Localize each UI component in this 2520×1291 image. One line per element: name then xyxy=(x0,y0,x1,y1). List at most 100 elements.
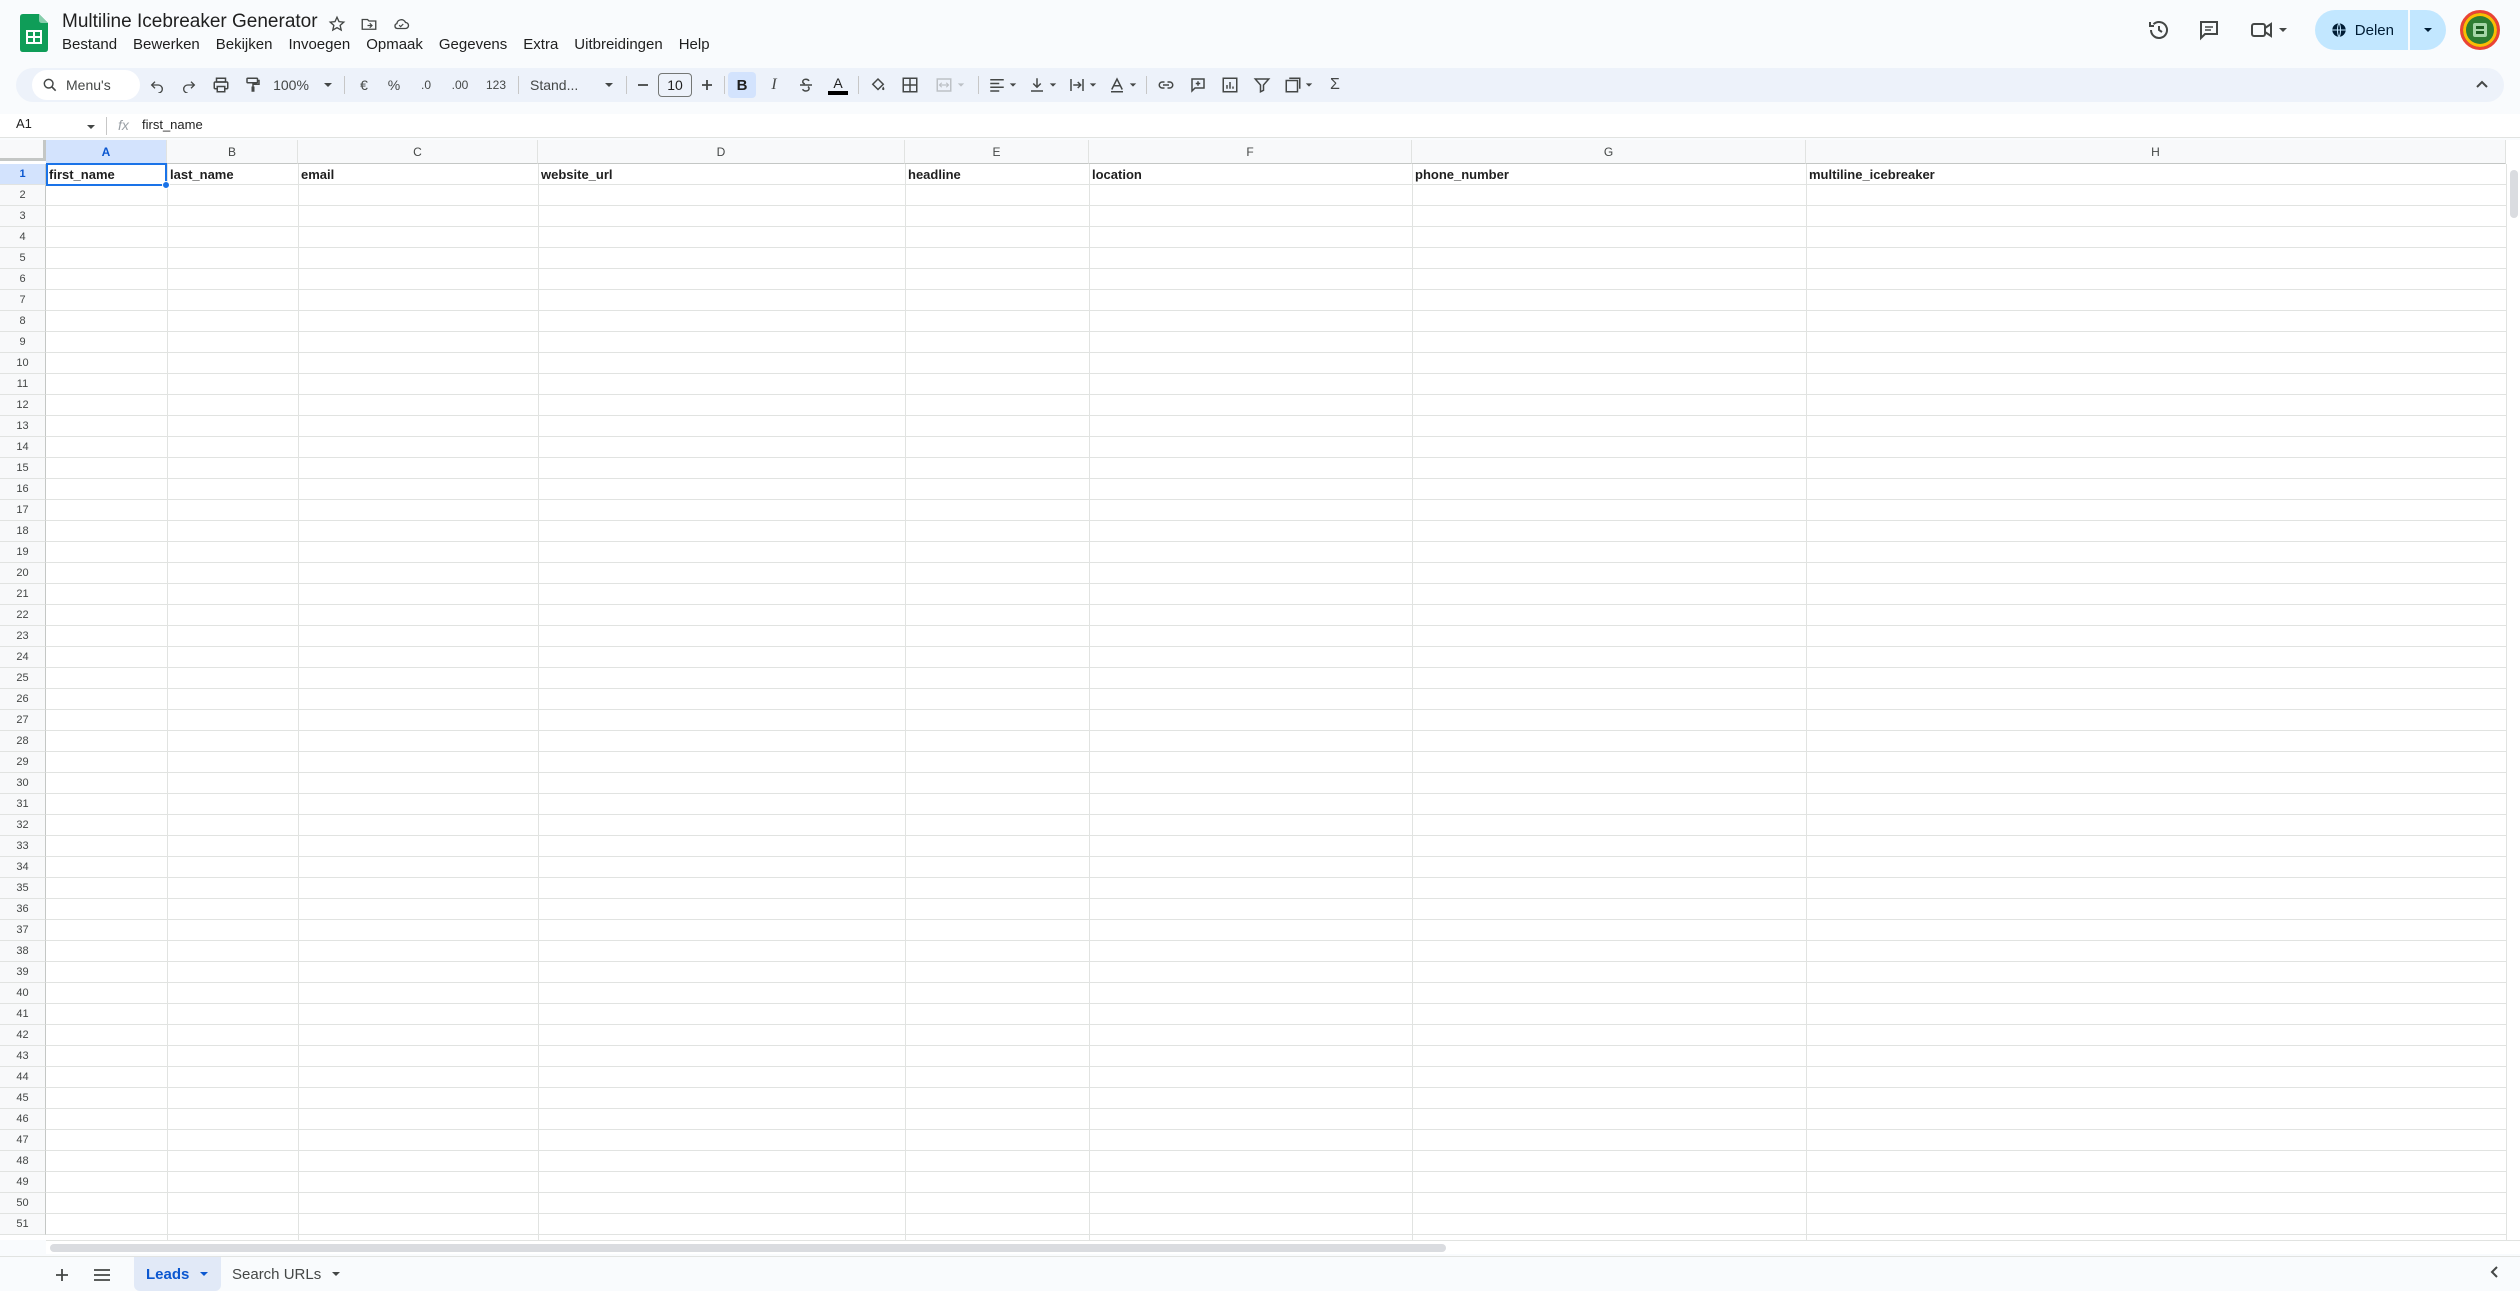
row-header-46[interactable]: 46 xyxy=(0,1109,46,1130)
number-format-button[interactable]: 123 xyxy=(480,68,512,102)
row-header-36[interactable]: 36 xyxy=(0,899,46,920)
sheets-logo-icon[interactable] xyxy=(20,14,48,52)
menu-bestand[interactable]: Bestand xyxy=(54,34,125,56)
row-header-17[interactable]: 17 xyxy=(0,500,46,521)
row-header-18[interactable]: 18 xyxy=(0,521,46,542)
cell-f1[interactable]: location xyxy=(1089,164,1412,185)
row-header-37[interactable]: 37 xyxy=(0,920,46,941)
document-title[interactable]: Multiline Icebreaker Generator xyxy=(62,10,318,34)
decrease-font-size-icon[interactable] xyxy=(630,68,656,102)
cell-c1[interactable]: email xyxy=(298,164,538,185)
column-header-c[interactable]: C xyxy=(298,140,538,164)
row-header-39[interactable]: 39 xyxy=(0,962,46,983)
font-size-input[interactable]: 10 xyxy=(658,73,692,97)
row-header-38[interactable]: 38 xyxy=(0,941,46,962)
increase-font-size-icon[interactable] xyxy=(694,68,720,102)
row-header-51[interactable]: 51 xyxy=(0,1214,46,1235)
name-box[interactable]: A1 xyxy=(16,116,32,131)
star-icon[interactable] xyxy=(326,13,348,35)
collapse-toolbar-icon[interactable] xyxy=(2468,68,2496,102)
vertical-scrollbar[interactable] xyxy=(2506,164,2520,1240)
column-header-a[interactable]: A xyxy=(46,140,167,164)
filter-views-icon[interactable] xyxy=(1280,68,1316,102)
row-header-11[interactable]: 11 xyxy=(0,374,46,395)
row-header-43[interactable]: 43 xyxy=(0,1046,46,1067)
borders-icon[interactable] xyxy=(896,68,924,102)
meet-button[interactable] xyxy=(2239,10,2299,50)
row-header-13[interactable]: 13 xyxy=(0,416,46,437)
strikethrough-icon[interactable] xyxy=(792,68,820,102)
menu-invoegen[interactable]: Invoegen xyxy=(280,34,358,56)
row-header-24[interactable]: 24 xyxy=(0,647,46,668)
sheet-tab-search-urls[interactable]: Search URLs xyxy=(220,1257,353,1291)
decrease-decimal-button[interactable]: .0 xyxy=(412,68,440,102)
comments-icon[interactable] xyxy=(2189,10,2229,50)
insert-comment-icon[interactable] xyxy=(1184,68,1212,102)
fill-color-icon[interactable] xyxy=(864,68,892,102)
row-header-27[interactable]: 27 xyxy=(0,710,46,731)
column-header-e[interactable]: E xyxy=(905,140,1089,164)
menu-help[interactable]: Help xyxy=(671,34,718,56)
text-rotation-icon[interactable] xyxy=(1104,68,1140,102)
row-header-16[interactable]: 16 xyxy=(0,479,46,500)
row-header-47[interactable]: 47 xyxy=(0,1130,46,1151)
row-header-19[interactable]: 19 xyxy=(0,542,46,563)
column-header-h[interactable]: H xyxy=(1806,140,2506,164)
row-header-21[interactable]: 21 xyxy=(0,584,46,605)
cell-e1[interactable]: headline xyxy=(905,164,1089,185)
horizontal-scrollbar[interactable] xyxy=(46,1240,2520,1254)
print-icon[interactable] xyxy=(206,68,236,102)
text-wrapping-icon[interactable] xyxy=(1064,68,1100,102)
row-header-9[interactable]: 9 xyxy=(0,332,46,353)
share-dropdown[interactable] xyxy=(2410,10,2446,50)
menu-uitbreidingen[interactable]: Uitbreidingen xyxy=(566,34,670,56)
row-header-34[interactable]: 34 xyxy=(0,857,46,878)
row-header-30[interactable]: 30 xyxy=(0,773,46,794)
insert-chart-icon[interactable] xyxy=(1216,68,1244,102)
row-header-2[interactable]: 2 xyxy=(0,185,46,206)
increase-decimal-button[interactable]: .00 xyxy=(444,68,476,102)
row-header-44[interactable]: 44 xyxy=(0,1067,46,1088)
column-header-f[interactable]: F xyxy=(1089,140,1412,164)
row-header-4[interactable]: 4 xyxy=(0,227,46,248)
menu-opmaak[interactable]: Opmaak xyxy=(358,34,431,56)
row-header-14[interactable]: 14 xyxy=(0,437,46,458)
column-header-d[interactable]: D xyxy=(538,140,905,164)
functions-button[interactable]: Σ xyxy=(1322,68,1348,102)
row-header-32[interactable]: 32 xyxy=(0,815,46,836)
sheet-tab-leads[interactable]: Leads xyxy=(134,1257,222,1291)
font-family-select[interactable]: Stand... xyxy=(524,68,620,102)
row-header-45[interactable]: 45 xyxy=(0,1088,46,1109)
avatar[interactable] xyxy=(2460,10,2500,50)
row-header-41[interactable]: 41 xyxy=(0,1004,46,1025)
fill-handle[interactable] xyxy=(162,181,170,189)
bold-button[interactable]: B xyxy=(728,72,756,98)
text-color-button[interactable]: A xyxy=(824,68,852,102)
cloud-saved-icon[interactable] xyxy=(390,13,412,35)
zoom-select[interactable]: 100% xyxy=(268,68,338,102)
menu-gegevens[interactable]: Gegevens xyxy=(431,34,515,56)
italic-button[interactable]: I xyxy=(760,68,788,102)
row-header-7[interactable]: 7 xyxy=(0,290,46,311)
row-header-1[interactable]: 1 xyxy=(0,164,46,185)
row-header-10[interactable]: 10 xyxy=(0,353,46,374)
row-header-23[interactable]: 23 xyxy=(0,626,46,647)
row-header-8[interactable]: 8 xyxy=(0,311,46,332)
vertical-scroll-thumb[interactable] xyxy=(2510,170,2518,218)
formula-input[interactable]: first_name xyxy=(142,117,203,132)
column-header-b[interactable]: B xyxy=(167,140,298,164)
row-header-29[interactable]: 29 xyxy=(0,752,46,773)
cell-h1[interactable]: multiline_icebreaker xyxy=(1806,164,2506,185)
cell-g1[interactable]: phone_number xyxy=(1412,164,1806,185)
row-header-31[interactable]: 31 xyxy=(0,794,46,815)
currency-format-button[interactable]: € xyxy=(352,68,376,102)
menu-extra[interactable]: Extra xyxy=(515,34,566,56)
insert-link-icon[interactable] xyxy=(1152,68,1180,102)
add-sheet-icon[interactable] xyxy=(48,1263,76,1287)
row-header-15[interactable]: 15 xyxy=(0,458,46,479)
spreadsheet-grid[interactable]: A B C D E F G H 1 2 3 4 5 6 7 8 9 10 11 12 13 14 15 16 1… xyxy=(0,140,2520,1240)
filter-icon[interactable] xyxy=(1248,68,1276,102)
share-button[interactable]: Delen xyxy=(2314,10,2408,50)
row-header-35[interactable]: 35 xyxy=(0,878,46,899)
all-sheets-icon[interactable] xyxy=(88,1263,116,1287)
